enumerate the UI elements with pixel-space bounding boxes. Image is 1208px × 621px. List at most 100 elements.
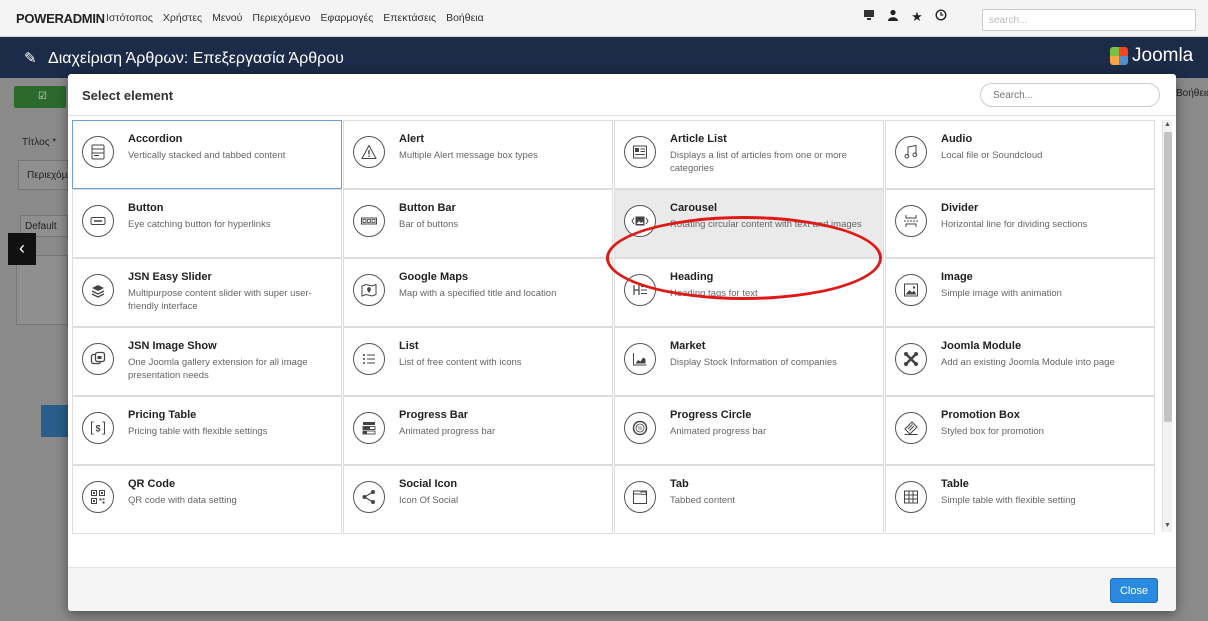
element-description: Animated progress bar bbox=[670, 426, 767, 437]
progress-circle-icon: % bbox=[624, 412, 656, 444]
background-save-button: ☑ bbox=[14, 86, 66, 108]
admin-bar: POWERADMIN Ιστότοπος Χρήστες Μενού Περιε… bbox=[0, 0, 1208, 37]
element-description: Tabbed content bbox=[670, 495, 735, 506]
element-description: List of free content with icons bbox=[399, 357, 522, 368]
modal-body: Accordion Vertically stacked and tabbed c… bbox=[68, 117, 1176, 567]
element-name: JSN Easy Slider bbox=[128, 271, 212, 283]
menu-item-menus[interactable]: Μενού bbox=[212, 12, 242, 24]
element-tile-social-icon[interactable]: Social Icon Icon Of Social bbox=[343, 465, 613, 534]
menu-item-extensions[interactable]: Επεκτάσεις bbox=[383, 12, 436, 24]
element-name: JSN Image Show bbox=[128, 340, 217, 352]
element-description: Vertically stacked and tabbed content bbox=[128, 150, 286, 161]
element-name: Market bbox=[670, 340, 706, 352]
element-name: Promotion Box bbox=[941, 409, 1020, 421]
element-tile-article-list[interactable]: Article List Displays a list of articles … bbox=[614, 120, 884, 189]
slider-icon bbox=[82, 274, 114, 306]
element-description: Eye catching button for hyperlinks bbox=[128, 219, 271, 230]
element-description: Bar of buttons bbox=[399, 219, 459, 230]
element-search-input[interactable] bbox=[980, 83, 1160, 107]
svg-text:%: % bbox=[638, 426, 643, 432]
element-description: Simple table with flexible setting bbox=[941, 495, 1076, 506]
element-description: Local file or Soundcloud bbox=[941, 150, 1043, 161]
brand-logo[interactable]: POWERADMIN bbox=[16, 11, 105, 26]
qr-code-icon bbox=[82, 481, 114, 513]
element-tile-progress-circle[interactable]: % Progress Circle Animated progress bar bbox=[614, 396, 884, 465]
element-tile-joomla-module[interactable]: Joomla Module Add an existing Joomla Modu… bbox=[885, 327, 1155, 396]
element-tile-list[interactable]: List List of free content with icons bbox=[343, 327, 613, 396]
element-tile-accordion[interactable]: Accordion Vertically stacked and tabbed c… bbox=[72, 120, 342, 189]
carousel-icon bbox=[624, 205, 656, 237]
element-name: Article List bbox=[670, 133, 727, 145]
element-description: Rotating circular content with text and … bbox=[670, 219, 862, 230]
element-name: QR Code bbox=[128, 478, 176, 490]
element-tile-pricing-table[interactable]: $ Pricing Table Pricing table with flexibl… bbox=[72, 396, 342, 465]
element-tile-alert[interactable]: Alert Multiple Alert message box types bbox=[343, 120, 613, 189]
element-grid: Accordion Vertically stacked and tabbed c… bbox=[72, 120, 1160, 534]
promotion-icon bbox=[895, 412, 927, 444]
element-description: Icon Of Social bbox=[399, 495, 459, 506]
background-help: Βοήθεια bbox=[1176, 88, 1208, 99]
element-name: Alert bbox=[399, 133, 425, 145]
element-tile-heading[interactable]: Heading Heading tags for text bbox=[614, 258, 884, 327]
element-tile-button[interactable]: Button Eye catching button for hyperlinks bbox=[72, 189, 342, 258]
menu-item-components[interactable]: Εφαρμογές bbox=[321, 12, 374, 24]
star-icon[interactable]: ★ bbox=[910, 9, 924, 25]
menu-item-content[interactable]: Περιεχόμενο bbox=[252, 12, 310, 24]
tab-icon bbox=[624, 481, 656, 513]
element-name: Divider bbox=[941, 202, 979, 214]
element-name: Google Maps bbox=[399, 271, 469, 283]
element-tile-jsn-image-show[interactable]: JSN Image Show One Joomla gallery extensi… bbox=[72, 327, 342, 396]
joomla-mark-icon bbox=[1110, 47, 1128, 65]
modal-scrollbar[interactable]: ▲ ▼ bbox=[1162, 120, 1172, 532]
accordion-icon bbox=[82, 136, 114, 168]
element-description: Map with a specified title and location bbox=[399, 288, 557, 299]
element-description: Simple image with animation bbox=[941, 288, 1062, 299]
element-tile-carousel[interactable]: Carousel Rotating circular content with t… bbox=[614, 189, 884, 258]
background-tab: Περιεχόμ bbox=[18, 160, 68, 190]
element-tile-jsn-easy-slider[interactable]: JSN Easy Slider Multipurpose content slid… bbox=[72, 258, 342, 327]
menu-item-site[interactable]: Ιστότοπος bbox=[106, 12, 153, 24]
button-icon bbox=[82, 205, 114, 237]
element-tile-qr-code[interactable]: QR Code QR code with data setting bbox=[72, 465, 342, 534]
history-icon[interactable] bbox=[934, 9, 948, 25]
element-name: Carousel bbox=[670, 202, 718, 214]
svg-text:$: $ bbox=[95, 424, 100, 434]
pricing-icon: $ bbox=[82, 412, 114, 444]
element-description: QR code with data setting bbox=[128, 495, 237, 506]
monitor-icon[interactable] bbox=[862, 9, 876, 25]
modal-title: Select element bbox=[82, 88, 174, 103]
element-description: Multiple Alert message box types bbox=[399, 150, 538, 161]
element-tile-google-maps[interactable]: Google Maps Map with a specified title an… bbox=[343, 258, 613, 327]
element-tile-button-bar[interactable]: Button Bar Bar of buttons bbox=[343, 189, 613, 258]
element-name: Table bbox=[941, 478, 969, 490]
image-show-icon bbox=[82, 343, 114, 375]
modal-footer: Close bbox=[68, 567, 1176, 611]
scroll-down-arrow-icon[interactable]: ▼ bbox=[1164, 522, 1171, 529]
page-title-bar: ✎ Διαχείριση Άρθρων: Επεξεργασία Άρθρου … bbox=[0, 37, 1208, 78]
scroll-thumb[interactable] bbox=[1164, 132, 1172, 422]
element-name: Tab bbox=[670, 478, 689, 490]
close-button[interactable]: Close bbox=[1110, 578, 1158, 603]
element-name: Audio bbox=[941, 133, 973, 145]
select-element-modal: Select element Accordion Vertically stack… bbox=[68, 74, 1176, 611]
joomla-logo: Joomla bbox=[1110, 45, 1193, 67]
scroll-up-arrow-icon[interactable]: ▲ bbox=[1164, 121, 1171, 128]
element-tile-progress-bar[interactable]: Progress Bar Animated progress bar bbox=[343, 396, 613, 465]
element-description: Pricing table with flexible settings bbox=[128, 426, 268, 437]
element-tile-market[interactable]: Market Display Stock Information of compa… bbox=[614, 327, 884, 396]
admin-tools: ★ bbox=[862, 9, 948, 25]
menu-item-users[interactable]: Χρήστες bbox=[163, 12, 202, 24]
element-tile-table[interactable]: Table Simple table with flexible setting bbox=[885, 465, 1155, 534]
element-tile-image[interactable]: Image Simple image with animation bbox=[885, 258, 1155, 327]
market-icon bbox=[624, 343, 656, 375]
admin-search-input[interactable] bbox=[982, 9, 1196, 31]
background-title-label: Τίτλος * bbox=[22, 137, 57, 148]
admin-menu: Ιστότοπος Χρήστες Μενού Περιεχόμενο Εφαρ… bbox=[106, 12, 484, 24]
element-tile-promotion-box[interactable]: Promotion Box Styled box for promotion bbox=[885, 396, 1155, 465]
element-tile-tab[interactable]: Tab Tabbed content bbox=[614, 465, 884, 534]
user-icon[interactable] bbox=[886, 9, 900, 25]
element-tile-divider[interactable]: Divider Horizontal line for dividing sect… bbox=[885, 189, 1155, 258]
element-tile-audio[interactable]: Audio Local file or Soundcloud bbox=[885, 120, 1155, 189]
menu-item-help[interactable]: Βοήθεια bbox=[446, 12, 484, 24]
table-icon bbox=[895, 481, 927, 513]
